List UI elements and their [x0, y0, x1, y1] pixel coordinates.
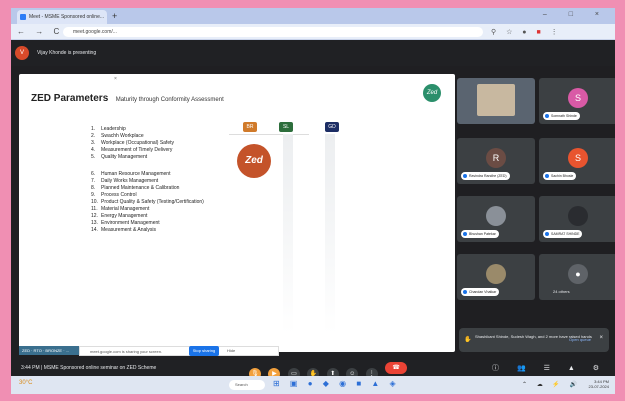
taskbar-search[interactable]: Search — [229, 380, 265, 390]
navigation-buttons[interactable]: ← → C — [17, 27, 63, 36]
presenting-label: Vijay Khonde is presenting — [37, 50, 97, 56]
close-icon[interactable]: × — [599, 335, 603, 341]
meeting-time: 3:44 PM — [21, 365, 40, 371]
presenter-avatar: V — [15, 46, 29, 60]
participant-avatar: S — [568, 88, 588, 108]
participant-photo — [568, 206, 588, 226]
browser-tab[interactable]: Meet - MSME Sponsored online... — [17, 10, 107, 24]
slide-title: ZED Parameters Maturity through Conformi… — [31, 88, 224, 106]
participant-tile[interactable]: S Somnath Shinde — [539, 78, 615, 124]
participant-name: Bhushan Patekar — [461, 230, 499, 238]
browser-tab-title: Meet - MSME Sponsored online... — [29, 14, 105, 20]
weather-widget[interactable]: 30°C — [19, 380, 32, 386]
meeting-name: MSME Sponsored online seminar on ZED Sch… — [43, 365, 157, 371]
participant-name: Ravindra Randhe (ZED) — [461, 172, 510, 180]
participant-tile[interactable]: Bhushan Patekar — [457, 196, 535, 242]
participant-tile[interactable]: Chandan Vhatkar — [457, 254, 535, 300]
zed-logo-icon: Zed — [423, 84, 441, 102]
raised-hands-notification: ✋ Shashikant Shinde, Sudesh Wagh, and 2 … — [459, 328, 609, 352]
system-tray[interactable]: ⌃ ☁ ⚡ 🔊 — [522, 381, 581, 388]
list-gap — [91, 161, 261, 171]
participant-avatar: R — [486, 148, 506, 168]
others-tile[interactable]: ● 24 others — [539, 254, 615, 300]
extension-icons[interactable]: ⚲ ☆ ● ■ ⋮ — [491, 28, 562, 36]
taskbar-apps[interactable]: ⊞ ▣ ● ◆ ◉ ■ ▲ ◈ — [273, 379, 400, 388]
list-item: 12. Energy Management — [91, 213, 148, 219]
silver-badge: SL — [279, 122, 293, 132]
window-controls[interactable]: – □ × — [543, 11, 609, 18]
browser-toolbar: ← → C meet.google.com/... ⚲ ☆ ● ■ ⋮ — [11, 24, 615, 40]
address-bar[interactable]: meet.google.com/... — [63, 27, 483, 37]
participant-tile[interactable]: SAMRAT SHINDE — [539, 196, 615, 242]
list-item: 8. Planned Maintenance & Calibration — [91, 185, 180, 191]
slide-subtitle: Maturity through Conformity Assessment — [115, 97, 224, 103]
browser-tabbar: Meet - MSME Sponsored online... + – □ × — [11, 8, 615, 24]
list-item: 2. Swachh Workplace — [91, 133, 144, 139]
taskbar-clock[interactable]: 3:44 PM 23-07-2024 — [589, 379, 609, 389]
participant-tile[interactable]: S Sachin Bhosle — [539, 138, 615, 184]
column-shadow — [283, 134, 293, 334]
slide-footer-tag: ZED · RTO · BRONZE · ... — [19, 346, 79, 355]
end-call-button[interactable]: ☎ — [385, 362, 408, 374]
participant-photo — [486, 264, 506, 284]
participant-name: Sachin Bhosle — [543, 172, 577, 180]
shared-slide: ZED Parameters Maturity through Conformi… — [19, 74, 455, 356]
list-item: 13. Environment Management — [91, 220, 160, 226]
new-tab-button[interactable]: + — [112, 11, 117, 21]
windows-taskbar: 30°C Search ⊞ ▣ ● ◆ ◉ ■ ▲ ◈ ⌃ ☁ ⚡ 🔊 3:44… — [11, 376, 615, 394]
list-item: 1. Leadership — [91, 126, 126, 132]
hide-button[interactable]: Hide — [227, 346, 235, 356]
clock-date: 23-07-2024 — [588, 384, 609, 389]
column-shadow — [325, 134, 335, 334]
record-icon: ■ — [536, 29, 545, 36]
list-item: 14. Measurement & Analysis — [91, 227, 157, 233]
others-avatars-icon: ● — [568, 264, 588, 284]
list-item: 6. Human Resource Management — [91, 171, 171, 177]
participant-avatar: S — [568, 148, 588, 168]
list-item: 11. Material Management — [91, 206, 150, 212]
participant-tile[interactable]: R Ravindra Randhe (ZED) — [457, 138, 535, 184]
participant-name: Chandan Vhatkar — [461, 288, 500, 296]
list-item: 10. Product Quality & Safety (Testing/Cer… — [91, 199, 204, 205]
stop-sharing-button[interactable]: Stop sharing — [189, 346, 219, 356]
open-queue-button[interactable]: Open queue — [569, 337, 591, 342]
participant-name: SAMRAT SHINDE — [543, 230, 583, 238]
side-panel-controls[interactable]: ⓘ 👥 ☰ ▲ ⚙ — [492, 363, 607, 373]
hand-icon: ✋ — [464, 337, 472, 343]
meeting-control-bar: 3:44 PM | MSME Sponsored online seminar … — [11, 360, 615, 380]
cursor-mark: × — [114, 76, 117, 82]
list-item: 5. Quality Management — [91, 154, 148, 160]
participant-tile[interactable] — [457, 78, 535, 124]
participant-name: Somnath Shinde — [543, 112, 580, 120]
slide-title-main: ZED Parameters — [31, 93, 109, 104]
list-item: 9. Process Control — [91, 192, 137, 198]
meeting-info: 3:44 PM | MSME Sponsored online seminar … — [21, 365, 156, 371]
gold-badge: GD — [325, 122, 339, 132]
meet-favicon-icon — [20, 14, 26, 20]
desktop-frame: Meet - MSME Sponsored online... + – □ × … — [11, 8, 615, 394]
others-count: 24 others — [553, 289, 570, 294]
presenting-bar: V Vijay Khonde is presenting — [11, 40, 615, 66]
list-item: 4. Measurement of Timely Delivery — [91, 147, 173, 153]
participant-video — [477, 84, 515, 116]
parameter-list: 1. Leadership 2. Swachh Workplace 3. Workpl… — [91, 126, 261, 234]
screen-share-notice: meet.google.com is sharing your screen. — [79, 346, 279, 356]
participant-photo — [486, 206, 506, 226]
list-item: 3. Workplace (Occupational) Safety — [91, 140, 174, 146]
list-item: 7. Daily Works Management — [91, 178, 159, 184]
